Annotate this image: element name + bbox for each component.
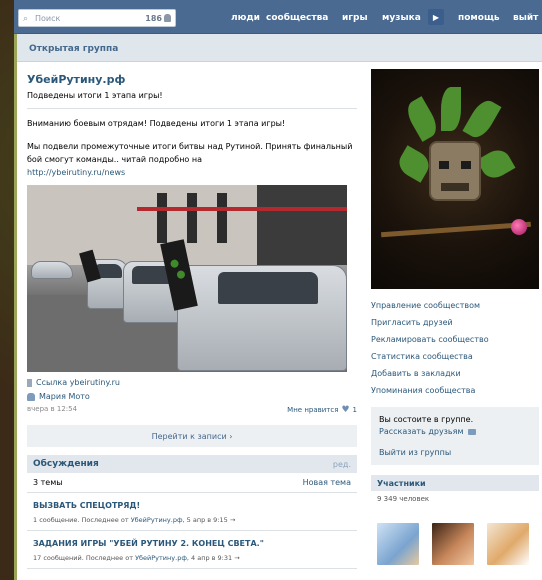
topic-info-prefix: 17 сообщений. Последнее от — [33, 554, 136, 562]
topic-item[interactable]: ВЫЗВАТЬ СПЕЦОТРЯД! 1 сообщение. Последне… — [27, 493, 357, 531]
author-row[interactable]: Мария Мото — [27, 392, 357, 401]
main-column: УбейРутину.рф Подведены итоги 1 этапа иг… — [27, 69, 357, 569]
topic-title[interactable]: ВЫЗВАТЬ СПЕЦОТРЯД! — [33, 501, 351, 510]
new-topic-link[interactable]: Новая тема — [303, 478, 351, 487]
post-date[interactable]: вчера в 12:54 — [27, 405, 77, 415]
discussions-header: Обсуждения ред. — [27, 455, 357, 473]
leave-group[interactable]: Выйти из группы — [379, 448, 531, 457]
search-count-value: 186 — [145, 13, 162, 23]
membership-status: Вы состоите в группе. — [379, 415, 474, 424]
attach-link[interactable]: Ссылка ybeirutiny.ru — [36, 378, 120, 387]
wall-post: Вниманию боевым отрядам! Подведены итоги… — [27, 117, 357, 372]
share-label[interactable]: Рассказать друзьям — [379, 427, 464, 436]
nav-music[interactable]: музыка — [382, 13, 421, 23]
post-author[interactable]: Мария Мото — [39, 392, 90, 401]
nav-games[interactable]: игры — [342, 13, 368, 23]
top-bar: ⌕ Поиск 186 люди сообщества игры музыка … — [14, 0, 542, 34]
topic-info: 1 сообщение. Последнее от УбейРутину.рф,… — [33, 516, 351, 524]
member-avatar[interactable] — [432, 523, 474, 565]
members-header: Участники — [371, 475, 539, 491]
member-avatar[interactable] — [377, 523, 419, 565]
speech-icon — [467, 428, 476, 435]
group-avatar[interactable] — [371, 69, 539, 289]
membership-box: Вы состоите в группе. Рассказать друзьям… — [371, 407, 539, 465]
members-title[interactable]: Участники — [377, 479, 426, 488]
nav-communities[interactable]: сообщества — [266, 13, 328, 23]
topic-info-author[interactable]: УбейРутину.рф — [131, 516, 183, 524]
members-count: 9 349 человек — [377, 495, 430, 503]
topic-item[interactable]: ЗАДАНИЯ ИГРЫ "УБЕЙ РУТИНУ 2. КОНЕЦ СВЕТА… — [27, 531, 357, 569]
mask-figure — [429, 141, 481, 201]
topic-info-suffix: , 4 апр в 9:31 → — [186, 554, 240, 562]
goto-post-button[interactable]: Перейти к записи › — [27, 425, 357, 447]
admin-links: Управление сообществом Пригласить друзей… — [371, 297, 539, 399]
link-stats[interactable]: Статистика сообщества — [371, 348, 539, 365]
group-page: Открытая группа УбейРутину.рф Подведены … — [14, 34, 542, 580]
photo-window — [187, 193, 197, 243]
search-icon: ⌕ — [23, 13, 29, 24]
members-thumbs — [371, 507, 539, 565]
user-icon — [164, 14, 171, 22]
attach-link-row[interactable]: Ссылка ybeirutiny.ru — [27, 378, 357, 387]
member-avatar[interactable] — [487, 523, 529, 565]
post-date-row: вчера в 12:54 Мне нравится ♥ 1 — [27, 405, 357, 415]
topic-info-author[interactable]: УбейРутину.рф — [135, 554, 187, 562]
search-placeholder: Поиск — [35, 13, 61, 23]
discussions-title[interactable]: Обсуждения — [33, 459, 99, 469]
post-link[interactable]: http://ybeirutiny.ru/news — [27, 168, 125, 177]
post-text-body: Мы подвели промежуточные итоги битвы над… — [27, 142, 353, 164]
photo-building-dark — [257, 185, 347, 265]
group-status: Подведены итоги 1 этапа игры! — [27, 91, 357, 109]
photo-window — [157, 193, 167, 243]
share-friends[interactable]: Рассказать друзьям — [379, 427, 531, 436]
like-button[interactable]: Мне нравится ♥ 1 — [287, 405, 357, 415]
photo-window — [217, 193, 227, 243]
nav-people[interactable]: люди — [231, 13, 260, 23]
post-photo[interactable] — [27, 185, 347, 372]
post-text-line1: Вниманию боевым отрядам! Подведены итоги… — [27, 119, 286, 128]
search-count: 186 — [145, 14, 171, 23]
link-invite[interactable]: Пригласить друзей — [371, 314, 539, 331]
user-icon — [27, 392, 35, 401]
topic-info-suffix: , 5 апр в 9:15 → — [182, 516, 236, 524]
photo-car — [31, 261, 73, 279]
topic-title[interactable]: ЗАДАНИЯ ИГРЫ "УБЕЙ РУТИНУ 2. КОНЕЦ СВЕТА… — [33, 539, 351, 548]
nav-help[interactable]: помощь — [458, 13, 500, 23]
link-bookmark[interactable]: Добавить в закладки — [371, 365, 539, 382]
post-text-line2: Мы подвели промежуточные итоги битвы над… — [27, 140, 357, 179]
topic-info: 17 сообщений. Последнее от УбейРутину.рф… — [33, 554, 351, 562]
post-meta: Ссылка ybeirutiny.ru Мария Мото вчера в … — [27, 378, 357, 415]
play-icon[interactable]: ▶ — [428, 9, 444, 25]
like-count: 1 — [352, 406, 357, 414]
like-label: Мне нравится — [287, 406, 339, 414]
photo-car-front — [177, 265, 347, 371]
topics-count: 3 темы — [33, 478, 63, 487]
photo-stripe — [137, 207, 347, 211]
group-type-bar: Открытая группа — [17, 34, 542, 62]
link-manage[interactable]: Управление сообществом — [371, 297, 539, 314]
group-title: УбейРутину.рф — [27, 73, 126, 86]
nav-logout[interactable]: выйт — [513, 13, 538, 23]
heart-icon: ♥ — [341, 405, 350, 415]
discussions-edit[interactable]: ред. — [333, 460, 351, 469]
side-column: Управление сообществом Пригласить друзей… — [371, 69, 539, 565]
discussions-subheader: 3 темы Новая тема — [27, 473, 357, 493]
link-mentions[interactable]: Упоминания сообщества — [371, 382, 539, 399]
topic-info-prefix: 1 сообщение. Последнее от — [33, 516, 131, 524]
link-icon — [27, 378, 32, 387]
link-advertise[interactable]: Рекламировать сообщество — [371, 331, 539, 348]
search-input[interactable]: ⌕ Поиск 186 — [18, 9, 176, 27]
